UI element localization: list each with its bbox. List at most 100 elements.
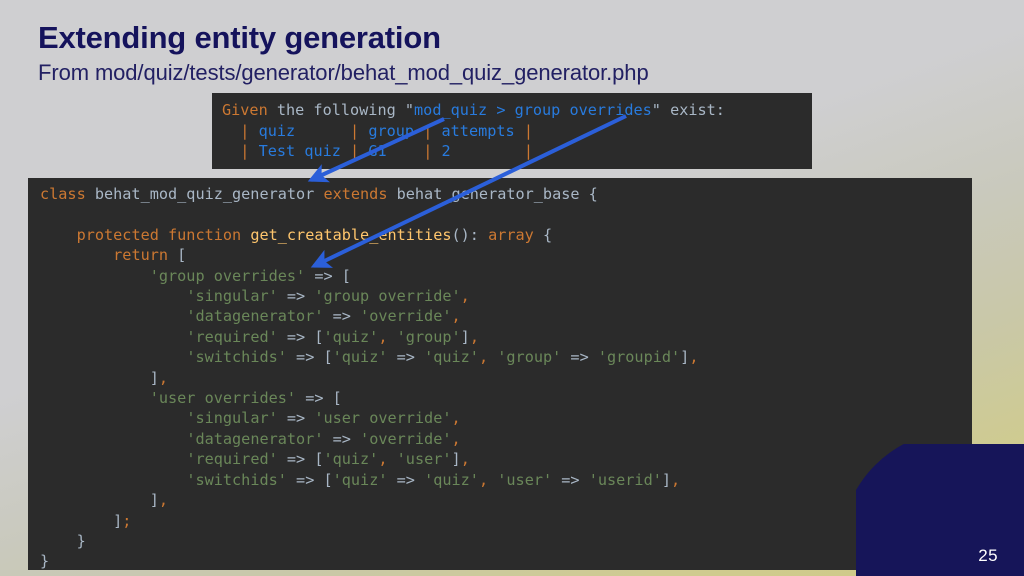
page-subtitle: From mod/quiz/tests/generator/behat_mod_… — [38, 59, 649, 85]
gherkin-token — [222, 122, 240, 140]
php-token: => [ — [286, 348, 333, 367]
php-token: 'singular' — [186, 409, 278, 428]
php-code-block: class behat_mod_quiz_generator extends b… — [28, 178, 972, 570]
php-token: 'group' — [396, 327, 461, 346]
php-line: 'singular' => 'group override', — [40, 286, 972, 306]
gherkin-token — [222, 142, 240, 160]
php-token: 'singular' — [186, 287, 278, 306]
php-line: 'datagenerator' => 'override', — [40, 306, 972, 326]
php-token: => [ — [277, 327, 324, 346]
php-token: ] — [661, 470, 672, 489]
gherkin-token: Given — [222, 101, 268, 119]
php-token — [488, 471, 497, 489]
php-token: , — [460, 450, 470, 469]
php-token — [488, 348, 497, 366]
php-token: ] — [680, 348, 690, 367]
gherkin-token: | — [423, 142, 433, 160]
php-token: , — [469, 327, 479, 346]
php-token — [40, 348, 186, 366]
php-token — [40, 267, 150, 285]
php-token: => — [277, 409, 315, 428]
php-line: ]; — [40, 511, 972, 531]
gherkin-token: attempts — [432, 121, 524, 140]
php-line: 'user overrides' => [ — [40, 388, 972, 408]
php-token: 'group overrides' — [149, 266, 306, 285]
php-token — [40, 307, 186, 325]
php-line — [40, 204, 972, 224]
php-token: => — [323, 307, 361, 326]
php-line: 'datagenerator' => 'override', — [40, 429, 972, 449]
gherkin-token: group — [359, 121, 424, 140]
php-token: 'quiz' — [332, 470, 388, 489]
php-token: array — [488, 225, 534, 244]
php-token: 'group' — [497, 348, 562, 367]
php-line: } — [40, 531, 972, 551]
php-token: } — [40, 552, 50, 571]
php-token: => — [387, 348, 425, 367]
page-number: 25 — [978, 546, 998, 565]
gherkin-token: Test quiz — [249, 142, 351, 160]
php-token: ] — [40, 491, 159, 510]
gherkin-token: | — [523, 121, 533, 140]
php-token: 'user override' — [314, 409, 452, 428]
php-line: 'switchids' => ['quiz' => 'quiz', 'user'… — [40, 470, 972, 490]
php-token: => — [323, 429, 361, 448]
php-token: , — [158, 368, 169, 387]
php-token: 'userid' — [588, 470, 662, 489]
php-token — [40, 287, 186, 305]
php-token: 'quiz' — [332, 348, 388, 367]
php-token — [40, 471, 186, 489]
php-line: protected function get_creatable_entitie… — [40, 225, 972, 245]
php-token: , — [451, 409, 461, 428]
php-token: => — [387, 470, 425, 489]
php-token: 'datagenerator' — [186, 429, 324, 448]
heading-block: Extending entity generation From mod/qui… — [38, 20, 938, 85]
php-token: 'quiz' — [424, 470, 479, 489]
gherkin-code-block: Given the following "mod_quiz > group ov… — [212, 93, 812, 169]
php-token — [40, 246, 113, 264]
php-line: 'group overrides' => [ — [40, 266, 972, 286]
php-token: ] — [460, 327, 470, 346]
php-line: ], — [40, 368, 972, 388]
php-token: } — [40, 531, 86, 550]
php-token: return — [113, 246, 169, 265]
gherkin-token: | — [350, 121, 360, 140]
php-line: ], — [40, 490, 972, 510]
gherkin-token: quiz — [249, 121, 351, 140]
php-token: , — [689, 348, 699, 367]
php-token: ] — [40, 368, 159, 387]
php-token: => [ — [277, 450, 324, 469]
gherkin-token: exist: — [660, 101, 725, 119]
php-token: protected function — [76, 225, 242, 244]
page-title: Extending entity generation — [38, 20, 441, 55]
php-token: 'user' — [396, 450, 452, 469]
php-token: behat_generator_base { — [387, 185, 598, 203]
php-line: class behat_mod_quiz_generator extends b… — [40, 184, 972, 204]
php-token: => [ — [305, 266, 351, 285]
php-token: extends — [323, 185, 388, 203]
php-token: ] — [451, 450, 461, 469]
php-token: 'override' — [360, 307, 452, 326]
php-token: , — [478, 470, 489, 489]
gherkin-token: G1 — [359, 142, 424, 160]
php-line: 'switchids' => ['quiz' => 'quiz', 'group… — [40, 347, 972, 367]
php-token — [40, 226, 77, 244]
php-token — [40, 389, 150, 407]
php-token: , — [378, 450, 388, 469]
php-line: 'singular' => 'user override', — [40, 408, 972, 428]
php-token: { — [533, 225, 553, 244]
php-line: 'required' => ['quiz', 'user'], — [40, 449, 972, 469]
php-token — [40, 450, 186, 468]
php-token: => [ — [296, 389, 342, 408]
php-token: => [ — [286, 470, 333, 489]
php-line: 'required' => ['quiz', 'group'], — [40, 327, 972, 347]
php-token: 'quiz' — [424, 348, 479, 367]
php-token — [40, 328, 186, 346]
gherkin-line: Given the following "mod_quiz > group ov… — [222, 100, 803, 121]
php-token: 'override' — [360, 429, 452, 448]
php-token: 'datagenerator' — [186, 307, 324, 326]
php-token: , — [451, 429, 461, 448]
php-token: , — [451, 307, 461, 326]
php-token: , — [378, 327, 388, 346]
php-token: 'user overrides' — [149, 389, 297, 408]
